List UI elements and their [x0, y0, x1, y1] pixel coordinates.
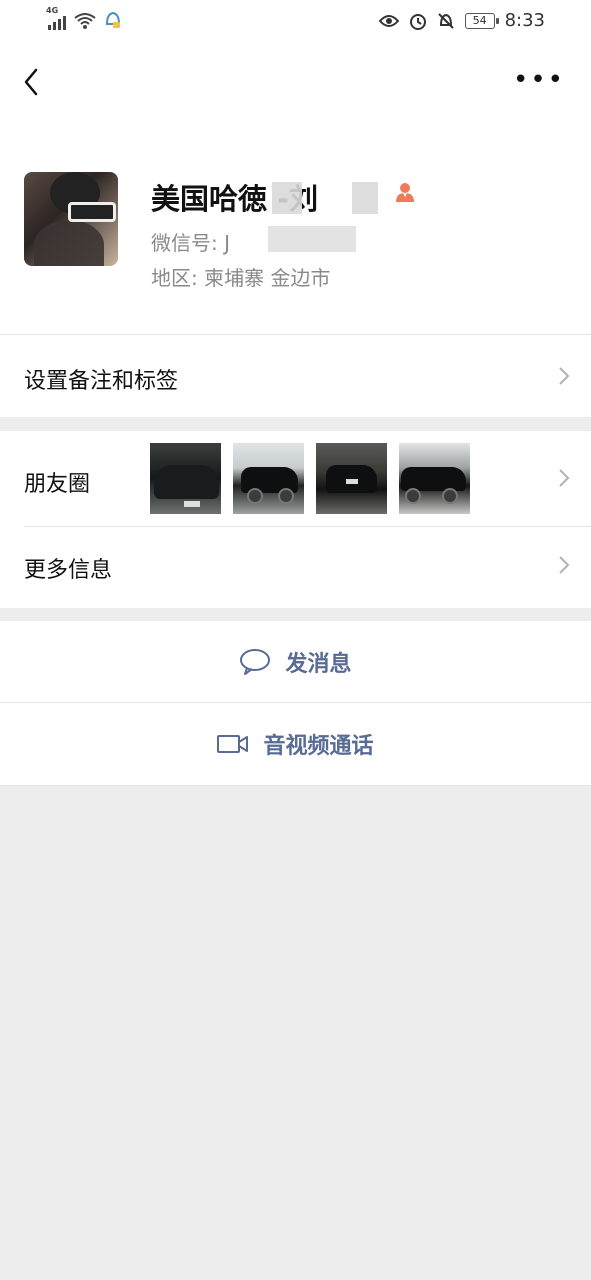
battery-level: 54: [472, 14, 487, 27]
send-message-label: 发消息: [285, 651, 352, 677]
video-camera-icon: [217, 734, 249, 753]
moments-label: 朋友圈: [24, 472, 91, 497]
profile-card: 美国哈徳 -刘 微信号: J 地区: 柬埔寨 金边市: [0, 120, 591, 335]
chevron-right-icon: [559, 367, 570, 385]
chevron-right-icon: [559, 469, 570, 487]
chat-bubble-icon: [240, 648, 271, 675]
moment-thumbnail: [150, 443, 221, 514]
moment-thumbnail: [399, 443, 470, 514]
wifi-icon: [74, 13, 96, 29]
video-call-button[interactable]: 音视频通话: [0, 703, 591, 784]
moments-thumbnails: [150, 443, 470, 514]
clock-time: 8:33: [504, 10, 545, 31]
actions-section: 发消息 音视频通话: [0, 621, 591, 786]
notification-bell-icon: [105, 11, 121, 28]
set-remark-label: 设置备注和标签: [24, 369, 179, 394]
wechat-id: 微信号: J: [151, 231, 230, 255]
more-info-row[interactable]: 更多信息: [0, 527, 591, 608]
alarm-icon: [409, 13, 426, 30]
region: 地区: 柬埔寨 金边市: [151, 266, 331, 290]
mute-bell-icon: [437, 12, 454, 29]
redacted-block: [352, 182, 378, 214]
more-options-icon[interactable]: •••: [513, 67, 565, 93]
moment-thumbnail: [316, 443, 387, 514]
network-type: 4G: [46, 6, 59, 15]
set-remark-row[interactable]: 设置备注和标签: [0, 335, 591, 417]
back-chevron-icon[interactable]: [18, 64, 48, 100]
moments-row[interactable]: 朋友圈: [0, 431, 591, 526]
status-bar: 4G 54 8:33: [0, 0, 591, 44]
person-badge-icon: [396, 183, 414, 202]
avatar-glasses: [68, 202, 116, 222]
video-call-label: 音视频通话: [263, 733, 374, 759]
avatar[interactable]: [24, 172, 118, 266]
info-section: 朋友圈 更多信息: [0, 431, 591, 608]
battery-icon: 54: [464, 12, 499, 29]
redacted-block: [272, 182, 302, 214]
eye-icon: [378, 14, 399, 27]
nav-bar: •••: [0, 44, 591, 120]
cellular-signal-icon: 4G: [46, 6, 66, 30]
moment-thumbnail: [233, 443, 304, 514]
more-info-label: 更多信息: [24, 558, 113, 583]
avatar-figure: [34, 220, 104, 266]
send-message-button[interactable]: 发消息: [0, 621, 591, 702]
chevron-right-icon: [559, 556, 570, 574]
redacted-block: [268, 226, 356, 252]
